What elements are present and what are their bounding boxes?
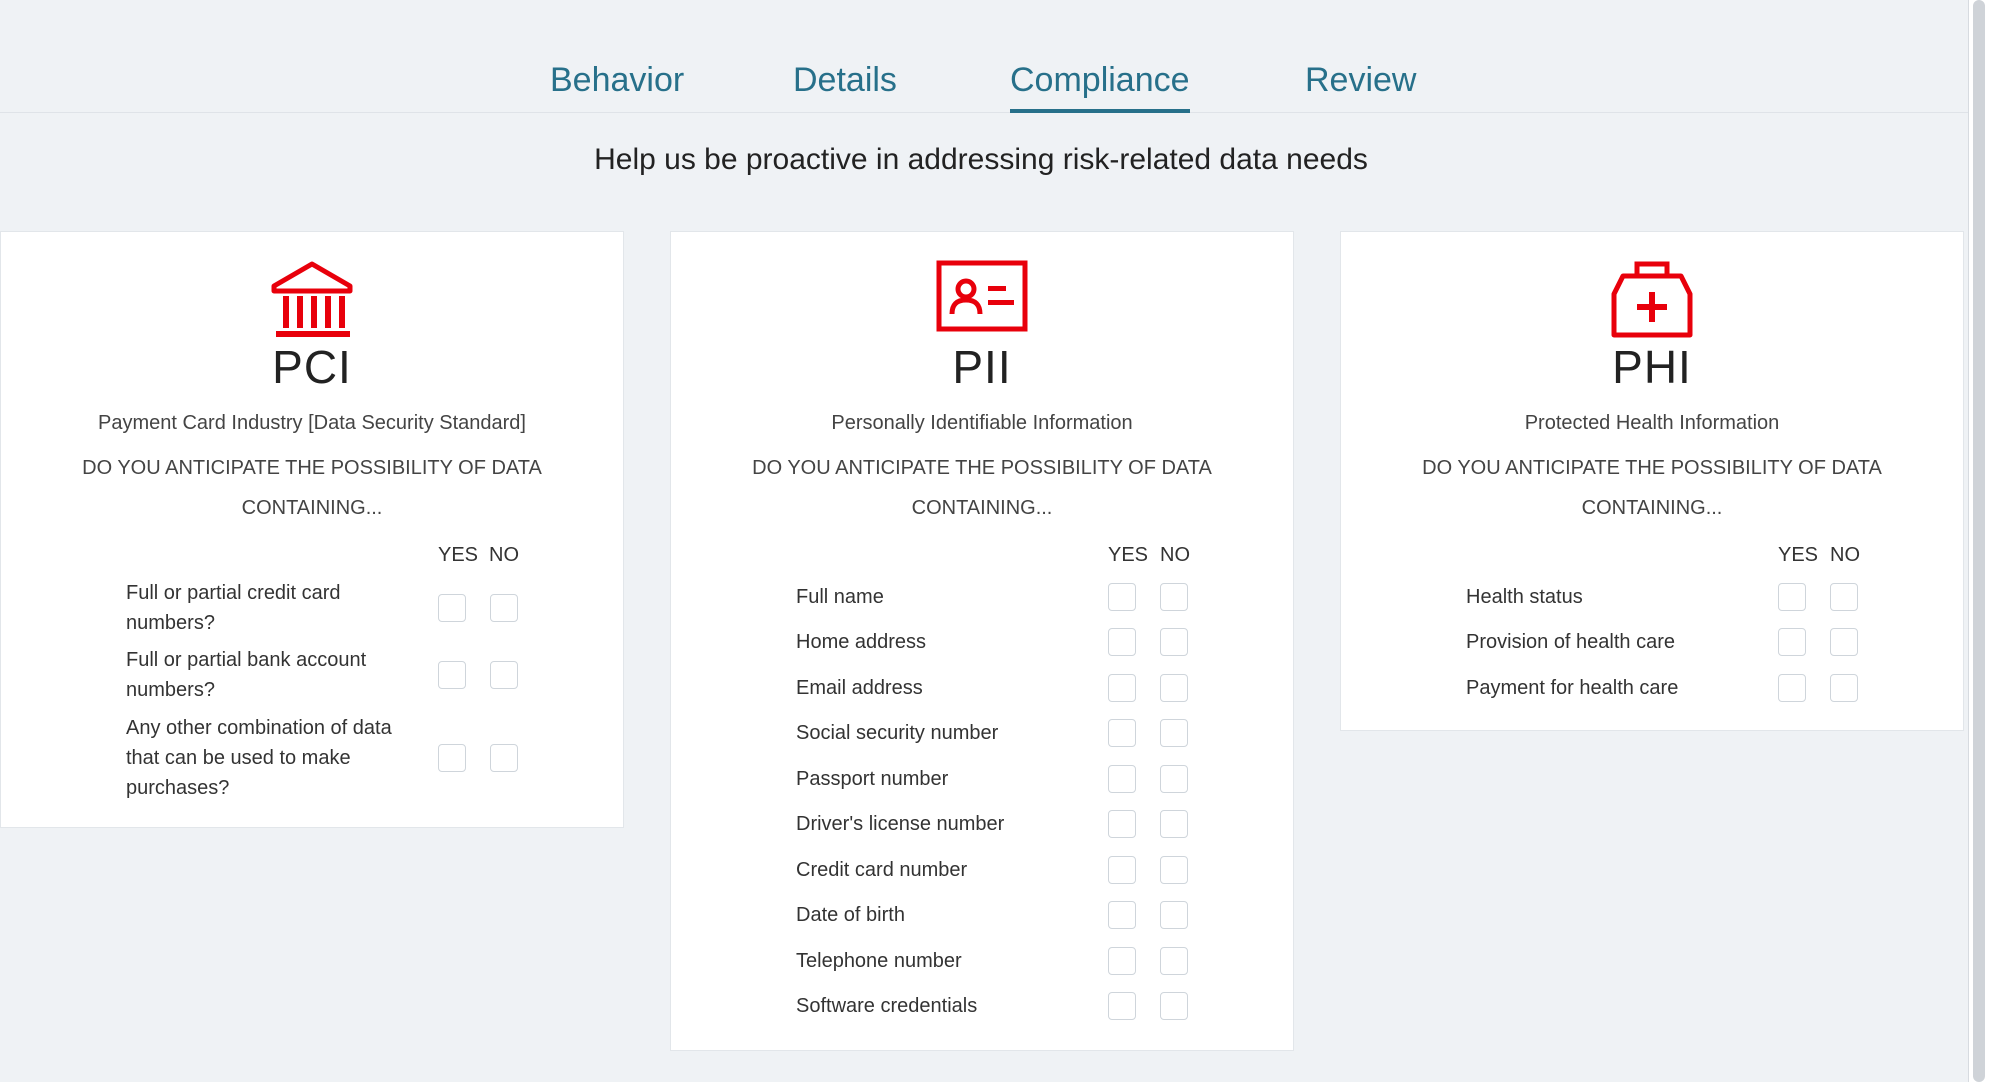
- phi-card: PHI Protected Health Information DO YOU …: [1340, 231, 1964, 731]
- scrollbar-thumb[interactable]: [1973, 0, 1985, 1082]
- no-checkbox[interactable]: [1160, 719, 1188, 747]
- card-abbr: PHI: [1612, 341, 1692, 393]
- tab-compliance[interactable]: Compliance: [1010, 56, 1190, 113]
- list-item-label: Telephone number: [796, 950, 962, 972]
- no-checkbox[interactable]: [1160, 628, 1188, 656]
- no-checkbox[interactable]: [490, 661, 518, 689]
- list-item-label: Full name: [796, 586, 884, 608]
- card-full-name: Personally Identifiable Information: [831, 412, 1133, 434]
- yes-checkbox[interactable]: [1778, 674, 1806, 702]
- list-item-label: Date of birth: [796, 904, 905, 926]
- yes-checkbox[interactable]: [1108, 992, 1136, 1020]
- scrollbar[interactable]: [1968, 0, 1990, 1082]
- yes-checkbox[interactable]: [1108, 719, 1136, 747]
- pci-card: PCI Payment Card Industry [Data Security…: [0, 231, 624, 828]
- card-abbr: PCI: [272, 341, 352, 393]
- list-item-label: Full or partial credit card numbers?: [126, 582, 341, 634]
- list-item-label: Software credentials: [796, 995, 978, 1017]
- list-item-label: Email address: [796, 677, 923, 699]
- list-item-label: Full or partial bank account numbers?: [126, 649, 367, 701]
- list-item-label: Payment for health care: [1466, 677, 1679, 699]
- yes-checkbox[interactable]: [1108, 810, 1136, 838]
- no-checkbox[interactable]: [1160, 856, 1188, 884]
- yes-header: YES: [1778, 544, 1819, 566]
- yes-checkbox[interactable]: [1108, 674, 1136, 702]
- card-question: DO YOU ANTICIPATE THE POSSIBILITY OF DAT…: [82, 457, 542, 519]
- medical-kit-icon: [1611, 258, 1693, 343]
- tab-behavior[interactable]: Behavior: [550, 56, 684, 112]
- list-item-label: Health status: [1466, 586, 1583, 608]
- no-header: NO: [1830, 544, 1860, 566]
- no-checkbox[interactable]: [490, 744, 518, 772]
- pii-card: PII Personally Identifiable Information …: [670, 231, 1294, 1051]
- wizard-tabs: Behavior Details Compliance Review: [0, 56, 1968, 113]
- yes-checkbox[interactable]: [1108, 765, 1136, 793]
- card-full-name: Payment Card Industry [Data Security Sta…: [98, 412, 526, 434]
- list-item-label: Credit card number: [796, 859, 968, 881]
- no-checkbox[interactable]: [1160, 810, 1188, 838]
- yes-checkbox[interactable]: [1778, 628, 1806, 656]
- no-checkbox[interactable]: [1160, 992, 1188, 1020]
- card-abbr: PII: [952, 341, 1012, 393]
- yes-checkbox[interactable]: [1108, 583, 1136, 611]
- yes-checkbox[interactable]: [438, 661, 466, 689]
- bank-icon: [270, 260, 354, 345]
- yes-header: YES: [1108, 544, 1149, 566]
- no-checkbox[interactable]: [1160, 901, 1188, 929]
- id-card-icon: [936, 260, 1028, 337]
- no-checkbox[interactable]: [1830, 628, 1858, 656]
- page-subtitle: Help us be proactive in addressing risk-…: [594, 143, 1368, 176]
- yes-checkbox[interactable]: [1108, 856, 1136, 884]
- list-item-label: Social security number: [796, 722, 999, 744]
- card-question: DO YOU ANTICIPATE THE POSSIBILITY OF DAT…: [1422, 457, 1882, 519]
- card-full-name: Protected Health Information: [1524, 412, 1780, 434]
- yes-checkbox[interactable]: [438, 744, 466, 772]
- no-checkbox[interactable]: [1160, 674, 1188, 702]
- tab-details[interactable]: Details: [793, 56, 897, 112]
- yes-checkbox[interactable]: [1108, 628, 1136, 656]
- tab-review[interactable]: Review: [1305, 56, 1416, 112]
- no-header: NO: [489, 544, 519, 566]
- list-item-label: Driver's license number: [796, 813, 1005, 835]
- card-question: DO YOU ANTICIPATE THE POSSIBILITY OF DAT…: [752, 457, 1212, 519]
- yes-checkbox[interactable]: [438, 594, 466, 622]
- no-checkbox[interactable]: [1830, 583, 1858, 611]
- yes-checkbox[interactable]: [1778, 583, 1806, 611]
- yes-checkbox[interactable]: [1108, 947, 1136, 975]
- no-checkbox[interactable]: [490, 594, 518, 622]
- no-checkbox[interactable]: [1830, 674, 1858, 702]
- yes-checkbox[interactable]: [1108, 901, 1136, 929]
- yes-header: YES: [438, 544, 479, 566]
- list-item-label: Passport number: [796, 768, 949, 790]
- list-item-label: Provision of health care: [1466, 631, 1676, 653]
- no-checkbox[interactable]: [1160, 947, 1188, 975]
- list-item-label: Home address: [796, 631, 927, 653]
- no-checkbox[interactable]: [1160, 583, 1188, 611]
- no-header: NO: [1160, 544, 1190, 566]
- no-checkbox[interactable]: [1160, 765, 1188, 793]
- list-item-label: Any other combination of data that can b…: [126, 717, 392, 799]
